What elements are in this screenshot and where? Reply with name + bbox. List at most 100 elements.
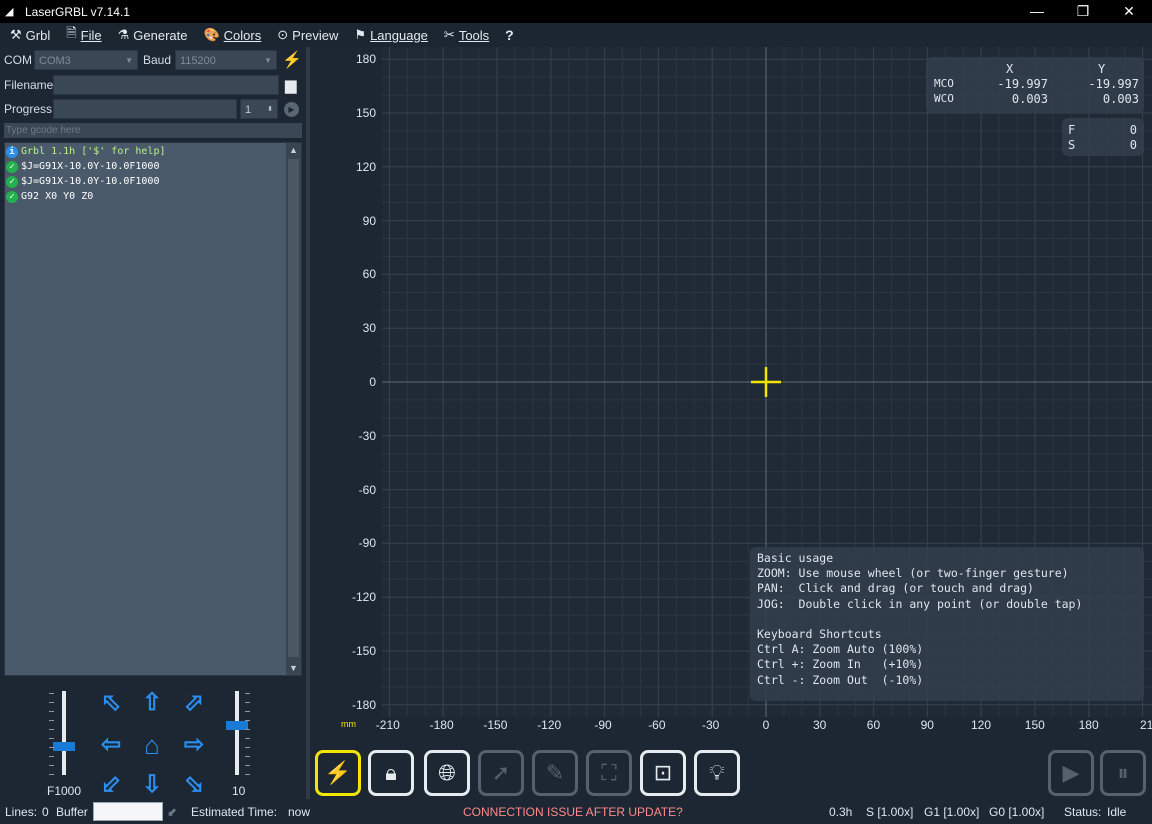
- connection-row: COM COM3 ▼ Baud 115200 ▼ ⚡: [4, 50, 302, 70]
- x-tick-label: 30: [813, 718, 827, 732]
- f-value: 0: [1129, 123, 1137, 137]
- help-panel: Basic usage ZOOM: Use mouse wheel (or tw…: [750, 547, 1144, 701]
- play-icon: ▶: [1062, 760, 1080, 785]
- menu-language[interactable]: ⚑ Language: [354, 27, 428, 43]
- jog-left-icon[interactable]: ⇦: [97, 731, 125, 759]
- menu-grbl[interactable]: ⚒ Grbl: [10, 27, 50, 43]
- jog-down-left-icon[interactable]: ⬃: [97, 771, 125, 799]
- gcode-input[interactable]: Type gcode here: [4, 123, 302, 138]
- goto-origin-button[interactable]: ➚: [478, 750, 524, 796]
- run-file-icon[interactable]: ▶: [284, 101, 299, 117]
- unlock-button[interactable]: 🔒︎: [368, 750, 414, 796]
- y-tick-label: 150: [355, 106, 376, 120]
- home-icon[interactable]: ⌂: [138, 731, 166, 759]
- pause-button[interactable]: ⏸︎: [1100, 750, 1146, 796]
- y-tick-label: -150: [351, 644, 376, 658]
- y-tick-label: 60: [362, 267, 376, 282]
- probe-button[interactable]: ✎: [532, 750, 578, 796]
- jog-down-right-icon[interactable]: ⬂: [180, 771, 208, 799]
- progress-row: Progress 1 ⬍ ▶: [4, 99, 299, 119]
- s-label: S: [1068, 138, 1076, 152]
- wrench-icon: ✂: [443, 27, 455, 42]
- step-slider-track[interactable]: [235, 691, 239, 775]
- unit-label: mm: [341, 719, 356, 729]
- jog-down-icon[interactable]: ⇩: [138, 771, 166, 799]
- speed-label: F1000: [47, 784, 82, 798]
- buffer-icon: ⬋: [167, 805, 178, 819]
- slider-tick: [245, 702, 250, 703]
- disconnect-icon[interactable]: ⚡: [282, 50, 302, 70]
- y-tick-label: -30: [358, 428, 376, 443]
- slider-tick: [49, 693, 54, 694]
- check-icon: ✓: [6, 175, 18, 188]
- lock-icon: 🔒︎: [385, 760, 397, 785]
- menu-preview[interactable]: ⊙ Preview: [277, 27, 338, 43]
- play-button[interactable]: ▶: [1048, 750, 1094, 796]
- g0-override[interactable]: G0 [1.00x]: [989, 805, 1044, 819]
- slider-tick: [245, 738, 250, 739]
- frame-button[interactable]: ⛶: [586, 750, 632, 796]
- connection-notice-link[interactable]: CONNECTION ISSUE AFTER UPDATE?: [463, 805, 683, 819]
- filename-field[interactable]: [53, 75, 279, 95]
- com-label: COM: [4, 53, 32, 67]
- y-tick-label: -90: [358, 536, 376, 551]
- y-tick-label: 30: [362, 321, 376, 336]
- x-tick-label: -60: [648, 718, 666, 732]
- speed-slider-thumb[interactable]: [53, 741, 75, 751]
- globe-button[interactable]: 🌐︎: [424, 750, 470, 796]
- buffer-label: Buffer: [56, 805, 88, 819]
- lines-label: Lines:: [5, 805, 38, 819]
- file-icon: 🗎: [66, 25, 77, 40]
- jog-up-left-icon[interactable]: ⬁: [97, 689, 125, 717]
- scroll-up-icon[interactable]: ▲: [286, 143, 301, 157]
- g1-override[interactable]: G1 [1.00x]: [924, 805, 979, 819]
- preview-canvas[interactable]: 180 150 120 90 60 30 0 -30 -60 -90 -120 -150 -180 -2…: [310, 47, 1152, 743]
- pen-icon: ✎: [545, 760, 565, 785]
- x-tick-label: 21: [1140, 718, 1152, 732]
- y-header: Y: [1098, 62, 1106, 76]
- menu-file[interactable]: 🗎 File: [66, 24, 101, 46]
- restore-button[interactable]: ❐: [1060, 0, 1106, 23]
- x-tick-label: -120: [537, 718, 562, 732]
- console-scrollbar[interactable]: ▲ ▼: [286, 143, 301, 675]
- center-button[interactable]: ⊡: [640, 750, 686, 796]
- flag-icon: ⚑: [354, 27, 367, 42]
- menu-help[interactable]: ?: [505, 27, 514, 43]
- x-tick-label: 90: [920, 718, 934, 732]
- s-override[interactable]: S [1.00x]: [866, 805, 913, 819]
- slider-tick: [49, 702, 54, 703]
- com-select[interactable]: COM3 ▼: [34, 50, 138, 70]
- x-tick-label: -210: [375, 718, 400, 732]
- jog-up-right-icon[interactable]: ⬀: [180, 689, 208, 717]
- console-line: ✓ $J=G91X-10.0Y-10.0F1000: [6, 159, 286, 174]
- baud-select[interactable]: 115200 ▼: [175, 50, 277, 70]
- slider-tick: [245, 774, 250, 775]
- speed-slider-track[interactable]: [62, 691, 66, 775]
- menu-tools[interactable]: ✂ Tools: [444, 27, 489, 43]
- focus-icon: ⊡: [653, 760, 673, 785]
- chevron-down-icon: ▼: [125, 56, 133, 65]
- minimize-button[interactable]: —: [1014, 0, 1060, 23]
- menu-bar: ⚒ Grbl 🗎 File ⚗ Generate 🎨 Colors ⊙ Preview ⚑…: [0, 23, 1152, 47]
- x-tick-label: -90: [594, 718, 612, 732]
- spinner-icon[interactable]: ⬍: [267, 100, 273, 120]
- scroll-down-icon[interactable]: ▼: [286, 661, 301, 675]
- jog-up-icon[interactable]: ⇧: [138, 689, 166, 717]
- window-title: LaserGRBL v7.14.1: [25, 4, 130, 19]
- progress-label: Progress: [4, 102, 53, 116]
- connect-button[interactable]: ⚡: [315, 750, 361, 796]
- slider-tick: [49, 747, 54, 748]
- scroll-thumb[interactable]: [288, 159, 299, 657]
- folder-icon[interactable]: ▆: [285, 76, 297, 94]
- jog-panel: ⬁ ⇧ ⬀ ⇦ ⌂ ⇨ ⬃ ⇩ ⬂ F1000 10: [0, 683, 306, 799]
- slider-tick: [49, 711, 54, 712]
- laser-test-button[interactable]: 💡︎: [694, 750, 740, 796]
- menu-generate[interactable]: ⚗ Generate: [118, 27, 188, 43]
- copies-stepper[interactable]: 1 ⬍: [240, 99, 278, 119]
- baud-label: Baud: [143, 53, 172, 67]
- jog-right-icon[interactable]: ⇨: [180, 731, 208, 759]
- menu-colors[interactable]: 🎨 Colors: [203, 27, 261, 43]
- progress-bar: [53, 99, 237, 119]
- step-label: 10: [232, 784, 246, 798]
- close-button[interactable]: ✕: [1106, 0, 1152, 23]
